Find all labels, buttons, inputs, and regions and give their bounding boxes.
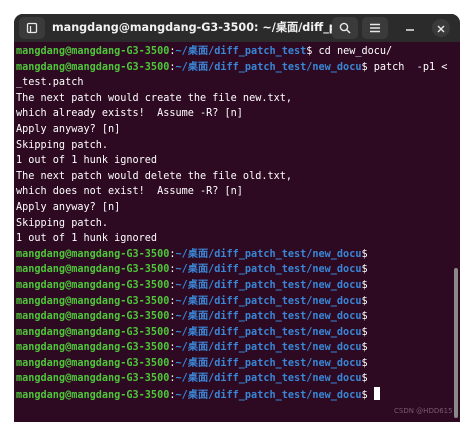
minimize-button[interactable] [402,20,418,36]
prompt-symbol: $ [306,46,319,57]
title-bar: mangdang@mangdang-G3-3500: ~/桌面/diff_pat… [14,14,460,42]
prompt-symbol: $ [361,357,368,369]
prompt-line: mangdang@mangdang-G3-3500:~/桌面/diff_patc… [16,44,448,60]
prompt-line: mangdang@mangdang-G3-3500:~/桌面/diff_patc… [16,60,448,76]
prompt-line: mangdang@mangdang-G3-3500:~/桌面/diff_patc… [16,387,448,403]
prompt-line: mangdang@mangdang-G3-3500:~/桌面/diff_patc… [16,294,448,310]
output-line: _test.patch [16,75,448,91]
prompt-line: mangdang@mangdang-G3-3500:~/桌面/diff_patc… [16,278,448,294]
prompt-user: mangdang@mangdang-G3-3500 [16,326,170,338]
prompt-path: ~/桌面/diff_patch_test/new_docu [175,326,362,338]
prompt-line: mangdang@mangdang-G3-3500:~/桌面/diff_patc… [16,309,448,325]
prompt-symbol: $ [361,295,368,307]
prompt-user: mangdang@mangdang-G3-3500 [16,373,170,385]
output-line: which does not exist! Assume -R? [n] [16,184,448,200]
prompt-line: mangdang@mangdang-G3-3500:~/桌面/diff_patc… [16,262,448,278]
prompt-user: mangdang@mangdang-G3-3500 [16,279,170,291]
prompt-path: ~/桌面/diff_patch_test/new_docu [175,390,362,402]
output-text: which already exists! Assume -R? [n] [16,108,243,120]
prompt-user: mangdang@mangdang-G3-3500 [16,357,170,369]
close-icon [436,19,446,38]
output-text: Apply anyway? [n] [16,123,121,135]
prompt-user: mangdang@mangdang-G3-3500 [16,248,170,260]
new-tab-icon [26,19,38,38]
output-text: Skipping patch. [16,139,109,151]
output-text: _test.patch [16,77,84,89]
terminal-output[interactable]: mangdang@mangdang-G3-3500:~/桌面/diff_patc… [16,44,448,422]
output-line: The next patch would delete the file old… [16,169,448,185]
output-line: Apply anyway? [n] [16,122,448,138]
output-line: which already exists! Assume -R? [n] [16,106,448,122]
output-text: Apply anyway? [n] [16,201,121,213]
prompt-path: ~/桌面/diff_patch_test/new_docu [175,342,362,354]
prompt-user: mangdang@mangdang-G3-3500 [16,342,170,354]
output-line: 1 out of 1 hunk ignored [16,231,448,247]
output-text: Skipping patch. [16,217,109,229]
command-text: patch -p1 < ../patch [373,61,448,73]
prompt-path: ~/桌面/diff_patch_test/new_docu [175,295,362,307]
window-title: mangdang@mangdang-G3-3500: ~/桌面/diff_pat… [52,21,332,34]
output-text: 1 out of 1 hunk ignored [16,155,158,167]
prompt-symbol: $ [361,326,368,338]
prompt-symbol: $ [361,342,368,354]
prompt-path: ~/桌面/diff_patch_test/new_docu [175,248,362,260]
search-icon [339,19,351,38]
prompt-user: mangdang@mangdang-G3-3500 [16,264,170,276]
close-button[interactable] [432,19,450,37]
prompt-line: mangdang@mangdang-G3-3500:~/桌面/diff_patc… [16,356,448,372]
output-text: 1 out of 1 hunk ignored [16,233,158,245]
prompt-symbol: $ [361,390,374,402]
output-text: The next patch would create the file new… [16,92,293,104]
prompt-user: mangdang@mangdang-G3-3500 [16,390,170,402]
output-text: which does not exist! Assume -R? [n] [16,186,243,198]
prompt-symbol: $ [361,61,374,73]
new-tab-button[interactable] [19,17,45,39]
output-line: The next patch would create the file new… [16,91,448,107]
prompt-path: ~/桌面/diff_patch_test/new_docu [175,373,362,385]
prompt-symbol: $ [361,373,368,385]
prompt-symbol: $ [361,248,368,260]
prompt-user: mangdang@mangdang-G3-3500 [16,61,170,73]
terminal-window: mangdang@mangdang-G3-3500: ~/桌面/diff_pat… [14,14,460,422]
prompt-line: mangdang@mangdang-G3-3500:~/桌面/diff_patc… [16,247,448,263]
search-button[interactable] [332,17,358,39]
command-text: cd new_docu/ [318,46,393,57]
output-line: Apply anyway? [n] [16,200,448,216]
text-cursor [373,387,380,401]
output-text: The next patch would delete the file old… [16,170,293,182]
prompt-symbol: $ [361,311,368,323]
prompt-line: mangdang@mangdang-G3-3500:~/桌面/diff_patc… [16,371,448,387]
prompt-path: ~/桌面/diff_patch_test/new_docu [175,357,362,369]
output-line: 1 out of 1 hunk ignored [16,153,448,169]
prompt-symbol: $ [361,279,368,291]
hamburger-menu-icon [369,19,381,38]
watermark: CSDN @HDD615 [394,407,453,415]
prompt-path: ~/桌面/diff_patch_test/new_docu [175,311,362,323]
prompt-user: mangdang@mangdang-G3-3500 [16,311,170,323]
prompt-line: mangdang@mangdang-G3-3500:~/桌面/diff_patc… [16,340,448,356]
prompt-path: ~/桌面/diff_patch_test/new_docu [175,279,362,291]
prompt-path: ~/桌面/diff_patch_test/new_docu [175,61,362,73]
output-line: Skipping patch. [16,216,448,232]
minimize-icon [404,19,416,38]
prompt-user: mangdang@mangdang-G3-3500 [16,295,170,307]
scrollbar[interactable] [454,268,458,418]
menu-button[interactable] [362,17,388,39]
prompt-path: ~/桌面/diff_patch_test [175,46,307,57]
output-line: Skipping patch. [16,138,448,154]
prompt-path: ~/桌面/diff_patch_test/new_docu [175,264,362,276]
prompt-symbol: $ [361,264,368,276]
prompt-line: mangdang@mangdang-G3-3500:~/桌面/diff_patc… [16,325,448,341]
prompt-user: mangdang@mangdang-G3-3500 [16,46,170,57]
